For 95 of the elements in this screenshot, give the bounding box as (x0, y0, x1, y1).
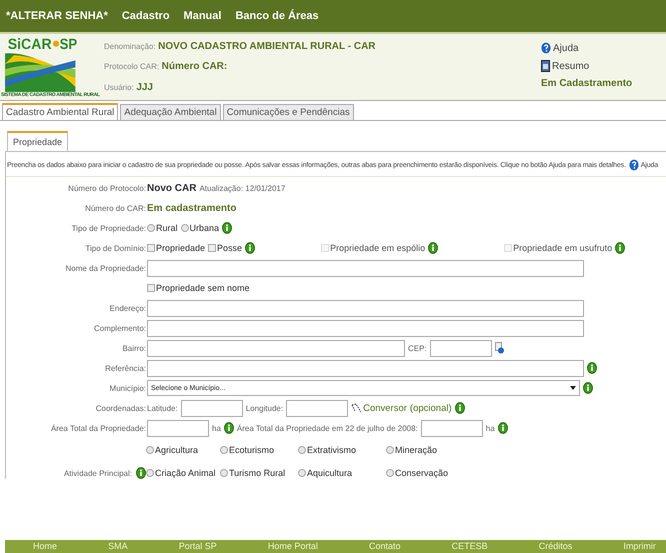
checkbox[interactable] (208, 244, 216, 252)
protocol-value: Novo CAR (147, 182, 196, 194)
option-label: Conservação (395, 468, 448, 478)
info-icon[interactable] (428, 242, 438, 254)
field-label: Área Total da Propriedade em 22 de julho de 2008: (236, 424, 418, 432)
radio-button[interactable] (298, 469, 306, 477)
tab[interactable]: Adequação Ambiental (120, 104, 221, 120)
info-icon[interactable] (224, 422, 234, 434)
radio-button[interactable] (386, 446, 394, 454)
text-field[interactable] (147, 320, 584, 336)
summary-link[interactable]: Resumo (541, 60, 666, 72)
field-label: Número do Protocolo: (67, 184, 147, 192)
radio-button[interactable] (147, 224, 155, 232)
field-label: Atividade Principal: (64, 468, 133, 478)
info-icon[interactable] (583, 382, 593, 394)
caret-icon (570, 385, 576, 391)
option-label: Posse (217, 243, 242, 253)
text-field[interactable] (180, 400, 243, 416)
dotted-line-icon (351, 403, 362, 413)
radio-button[interactable] (386, 469, 394, 477)
field-label: Latitude: (147, 404, 178, 412)
header-label: Protocolo CAR: (104, 62, 160, 72)
option-label: Mineração (395, 445, 438, 455)
option-label: Propriedade em usufruto (513, 243, 612, 253)
field-label: Área Total da Propriedade: (50, 424, 147, 432)
document-icon (541, 60, 550, 72)
menu-item[interactable]: Cadastro (122, 10, 170, 22)
field-label: Complemento: (92, 324, 147, 332)
tab[interactable]: Comunicações e Pendências (222, 104, 354, 120)
field-label: CEP: (408, 344, 427, 352)
option-label: Extrativismo (307, 445, 356, 455)
text-field[interactable] (420, 420, 483, 436)
text-field[interactable] (286, 400, 348, 416)
header-value: NOVO CADASTRO AMBIENTAL RURAL - CAR (158, 40, 376, 52)
header-value: Número CAR: (162, 61, 228, 72)
menu-item[interactable]: *ALTERAR SENHA* (6, 10, 108, 22)
help-icon (628, 159, 639, 171)
text-field[interactable] (147, 420, 209, 436)
radio-button[interactable] (298, 446, 306, 454)
menu-item[interactable]: Banco de Áreas (235, 10, 319, 22)
info-icon[interactable] (498, 422, 508, 434)
field-label: ha (212, 424, 221, 432)
header-value: JJJ (136, 82, 153, 94)
field-label: Tipo de Propriedade: (70, 224, 147, 232)
field-label: Nome da Propriedade: (64, 264, 147, 272)
tab[interactable]: Propriedade (7, 131, 68, 151)
optional-link[interactable]: (opcional) (410, 402, 452, 414)
text-field[interactable] (430, 340, 492, 356)
text-field[interactable] (147, 340, 405, 356)
field-label: Bairro: (121, 344, 147, 352)
text-field[interactable] (147, 300, 584, 316)
option-label: Agricultura (155, 445, 198, 455)
text-field[interactable] (147, 260, 584, 276)
radio-button[interactable] (146, 446, 154, 454)
field-label: Atualização: 12/01/2017 (199, 184, 286, 192)
radio-button[interactable] (180, 224, 189, 232)
field-label: ha (486, 424, 495, 432)
info-icon[interactable] (136, 467, 146, 479)
option-label: Propriedade sem nome (156, 283, 250, 293)
converter-link[interactable]: Conversor (351, 402, 407, 414)
field-label: Referência: (104, 364, 147, 372)
option-label: Aquicultura (307, 468, 352, 478)
text-field[interactable] (147, 360, 584, 376)
header-label: Usuário: (104, 83, 134, 92)
radio-button[interactable] (220, 469, 228, 477)
info-icon[interactable] (245, 242, 256, 254)
option-label: Rural (156, 223, 178, 233)
field-label: Longitude: (246, 404, 284, 412)
status-text: Em cadastramento (147, 202, 236, 214)
checkbox[interactable] (147, 284, 155, 292)
menu-item[interactable]: Manual (184, 10, 222, 22)
status-text: Em Cadastramento (541, 78, 634, 89)
option-label: Propriedade em espólio (330, 243, 426, 253)
document-info-icon[interactable] (494, 342, 504, 354)
info-icon[interactable] (587, 362, 597, 374)
field-label: Endereço: (108, 304, 147, 312)
field-label: Coordenadas: (94, 404, 147, 412)
field-label: Número do CAR: (84, 204, 147, 212)
tab[interactable]: Cadastro Ambiental Rural (2, 103, 118, 120)
help-link[interactable]: Ajuda (541, 42, 666, 54)
info-icon[interactable] (454, 402, 465, 414)
field-label: Município: (108, 384, 147, 392)
field-label: Tipo de Domínio: (84, 244, 147, 252)
option-label: Turismo Rural (229, 468, 286, 478)
option-label: Urbana (190, 223, 220, 233)
info-icon[interactable] (222, 222, 232, 234)
header-label: Denominação: (104, 42, 156, 51)
help-icon (541, 42, 551, 54)
option-label: Propriedade (156, 243, 206, 253)
option-label: Criação Animal (155, 468, 216, 478)
radio-button[interactable] (146, 469, 154, 477)
option-label: Ecoturismo (229, 445, 274, 455)
radio-button[interactable] (220, 446, 228, 454)
checkbox[interactable] (147, 244, 155, 252)
info-icon[interactable] (615, 242, 626, 254)
